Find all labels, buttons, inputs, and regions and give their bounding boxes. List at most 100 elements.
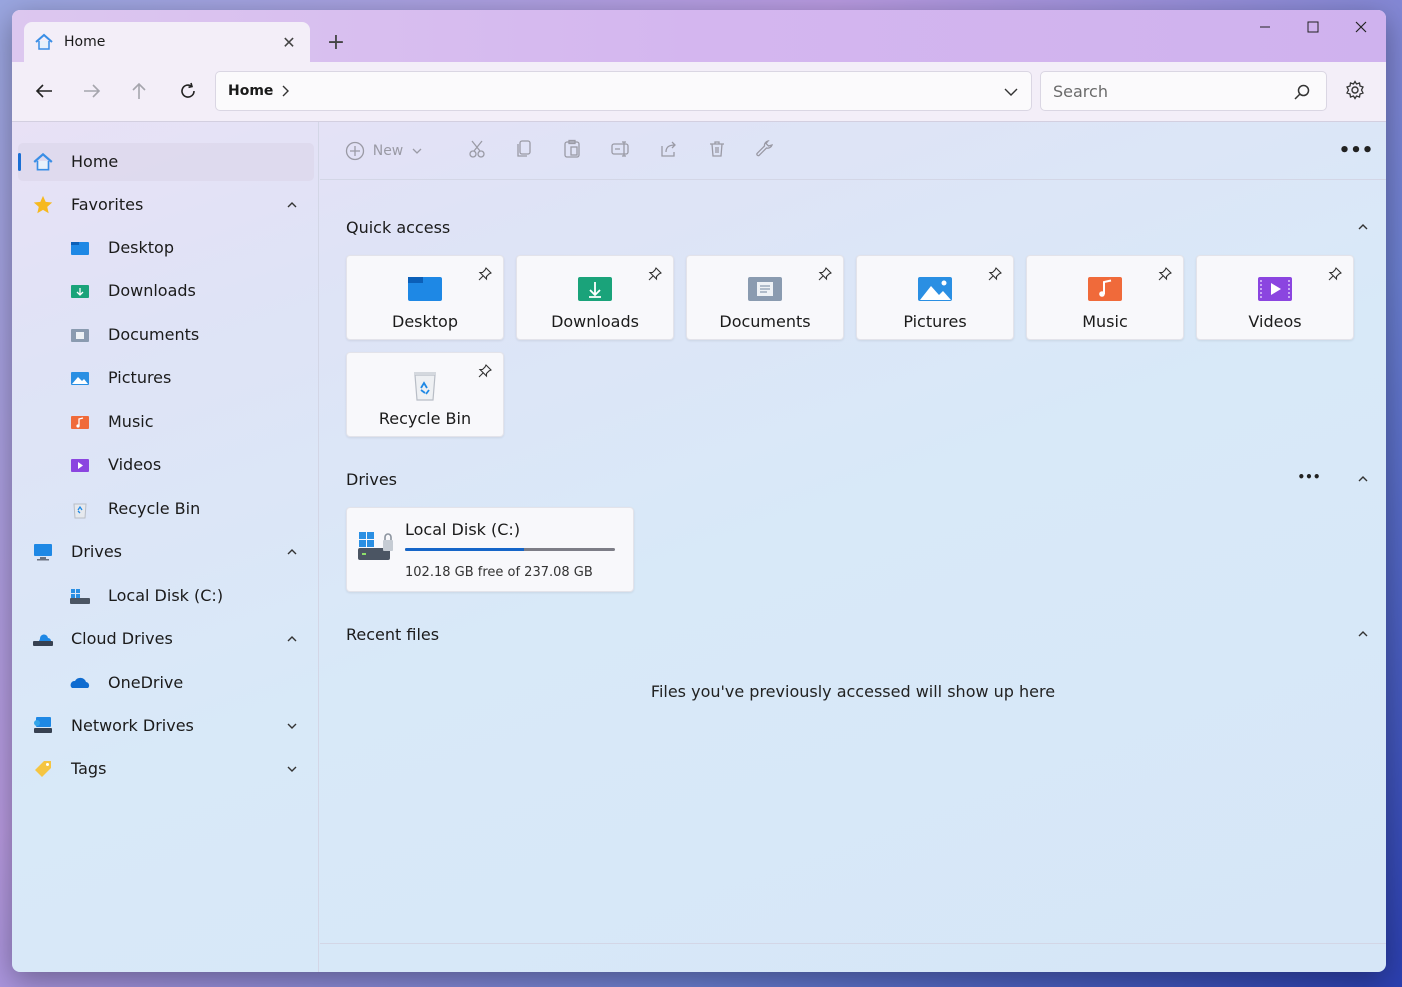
new-tab-button[interactable]: + <box>322 28 350 56</box>
search-input[interactable]: Search <box>1040 71 1327 111</box>
selection-indicator <box>18 153 21 171</box>
new-button[interactable]: New <box>340 138 428 164</box>
quick-access-videos[interactable]: Videos <box>1196 255 1354 340</box>
chevron-up-icon[interactable] <box>1354 625 1372 643</box>
sidebar-item-music[interactable]: Music <box>18 403 314 441</box>
more-options-button[interactable]: ••• <box>1297 468 1321 486</box>
chevron-up-icon[interactable] <box>284 544 300 560</box>
local-disk-icon <box>357 530 397 564</box>
monitor-icon <box>32 541 54 563</box>
sidebar-item-desktop[interactable]: Desktop <box>18 229 314 267</box>
properties-button[interactable] <box>752 138 778 164</box>
documents-folder-icon <box>746 272 784 304</box>
cut-button[interactable] <box>464 138 490 164</box>
share-button[interactable] <box>656 138 682 164</box>
drives-heading: Drives <box>346 470 397 489</box>
settings-button[interactable] <box>1342 79 1368 105</box>
sidebar-item-network-drives[interactable]: Network Drives <box>18 707 314 745</box>
pin-icon[interactable] <box>477 266 493 282</box>
quick-access-downloads[interactable]: Downloads <box>516 255 674 340</box>
recent-files-heading: Recent files <box>346 625 440 644</box>
wrench-icon <box>755 139 775 163</box>
breadcrumb-home[interactable]: Home <box>228 83 273 99</box>
chevron-up-icon[interactable] <box>1354 218 1372 236</box>
delete-button[interactable] <box>704 138 730 164</box>
up-button[interactable] <box>122 76 156 110</box>
quick-access-music[interactable]: Music <box>1026 255 1184 340</box>
chevron-down-icon[interactable] <box>284 761 300 777</box>
arrow-up-icon <box>129 81 149 105</box>
chevron-up-icon[interactable] <box>284 197 300 213</box>
tab-home[interactable]: Home ✕ <box>24 22 310 62</box>
copy-icon <box>514 139 534 163</box>
quick-access-heading: Quick access <box>346 218 451 237</box>
forward-button[interactable] <box>75 76 109 110</box>
quick-access-recycle-bin[interactable]: Recycle Bin <box>346 352 504 437</box>
drive-name: Local Disk (C:) <box>405 520 521 539</box>
title-bar: Home ✕ + <box>12 10 1386 62</box>
sidebar-item-favorites[interactable]: Favorites <box>18 186 314 224</box>
pin-icon[interactable] <box>647 266 663 282</box>
desktop-folder-icon <box>69 237 91 259</box>
sidebar-item-onedrive[interactable]: OneDrive <box>18 664 314 702</box>
desktop-folder-icon <box>406 272 444 304</box>
sidebar-item-label: Home <box>71 152 119 171</box>
rename-button[interactable] <box>608 138 634 164</box>
card-label: Pictures <box>903 312 967 331</box>
downloads-folder-icon <box>576 272 614 304</box>
sidebar-item-label: Local Disk (C:) <box>108 586 224 605</box>
search-icon[interactable] <box>1292 82 1312 102</box>
more-options-button[interactable]: ••• <box>1339 140 1374 161</box>
sidebar-item-documents[interactable]: Documents <box>18 316 314 354</box>
chevron-down-icon[interactable] <box>1001 82 1021 102</box>
drive-card-local-disk[interactable]: Local Disk (C:) 102.18 GB free of 237.08… <box>346 507 634 592</box>
refresh-button[interactable] <box>171 76 205 110</box>
status-bar-divider <box>320 943 1386 944</box>
address-bar[interactable]: Home <box>215 71 1032 111</box>
arrow-right-icon <box>82 81 102 105</box>
paste-button[interactable] <box>559 138 585 164</box>
quick-access-documents[interactable]: Documents <box>686 255 844 340</box>
pin-icon[interactable] <box>477 363 493 379</box>
sidebar-item-label: Recycle Bin <box>108 499 201 518</box>
pin-icon[interactable] <box>1157 266 1173 282</box>
quick-access-desktop[interactable]: Desktop <box>346 255 504 340</box>
chevron-up-icon[interactable] <box>284 631 300 647</box>
sidebar-item-cloud-drives[interactable]: Cloud Drives <box>18 620 314 658</box>
sidebar-item-videos[interactable]: Videos <box>18 446 314 484</box>
tab-title: Home <box>64 34 106 50</box>
ellipsis-icon: ••• <box>1297 470 1321 484</box>
sidebar-item-pictures[interactable]: Pictures <box>18 359 314 397</box>
chevron-right-icon[interactable] <box>281 84 293 98</box>
sidebar-item-label: Desktop <box>108 238 174 257</box>
close-window-button[interactable] <box>1338 12 1384 42</box>
refresh-icon <box>178 81 198 105</box>
sidebar-item-drives[interactable]: Drives <box>18 533 314 571</box>
sidebar-item-local-disk[interactable]: Local Disk (C:) <box>18 577 314 615</box>
sidebar-item-label: Cloud Drives <box>71 629 173 648</box>
sidebar-item-downloads[interactable]: Downloads <box>18 272 314 310</box>
drive-usage-bar <box>405 548 615 551</box>
pin-icon[interactable] <box>987 266 1003 282</box>
maximize-button[interactable] <box>1290 12 1336 42</box>
card-label: Music <box>1082 312 1128 331</box>
back-button[interactable] <box>27 76 61 110</box>
chevron-down-icon[interactable] <box>284 718 300 734</box>
minimize-button[interactable] <box>1242 12 1288 42</box>
sidebar-item-label: Videos <box>108 455 162 474</box>
sidebar-item-recycle-bin[interactable]: Recycle Bin <box>18 490 314 528</box>
close-tab-icon[interactable]: ✕ <box>278 31 300 53</box>
sidebar-item-label: Downloads <box>108 281 196 300</box>
quick-access-pictures[interactable]: Pictures <box>856 255 1014 340</box>
chevron-up-icon[interactable] <box>1354 470 1372 488</box>
pin-icon[interactable] <box>817 266 833 282</box>
videos-folder-icon <box>69 454 91 476</box>
copy-button[interactable] <box>511 138 537 164</box>
sidebar-item-home[interactable]: Home <box>18 143 314 181</box>
sidebar: Home Favorites Desktop Downloads Documen… <box>12 122 319 972</box>
pin-icon[interactable] <box>1327 266 1343 282</box>
trash-icon <box>707 139 727 163</box>
card-label: Recycle Bin <box>378 409 472 428</box>
sidebar-item-tags[interactable]: Tags <box>18 750 314 788</box>
ellipsis-icon: ••• <box>1338 139 1374 161</box>
